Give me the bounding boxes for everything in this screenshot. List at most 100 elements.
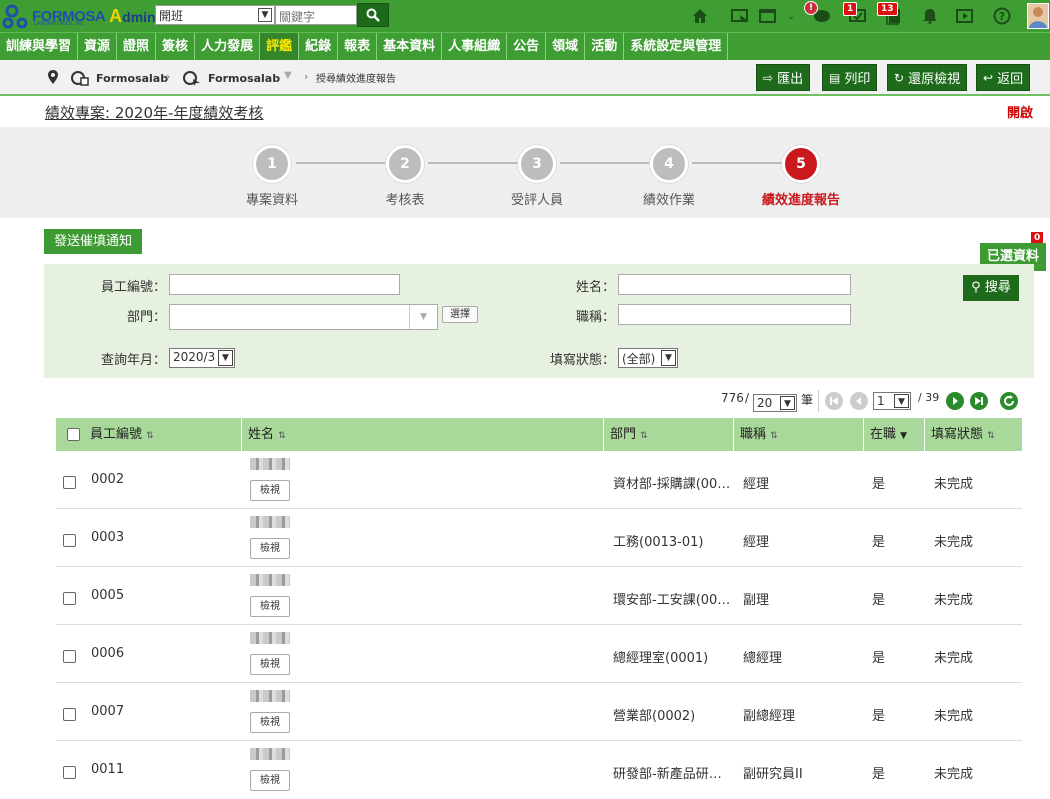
view-button[interactable]: 檢視 [250, 712, 290, 733]
month-select[interactable]: 2020/3 ▼ [169, 348, 235, 368]
menu-item-domains[interactable]: 領域 [546, 32, 586, 61]
emp-no-cell: 0003 [91, 530, 125, 545]
step-evaluatees[interactable]: 3 受評人員 [487, 145, 587, 208]
logo-mark-icon [2, 3, 30, 29]
total-count: 776 [721, 391, 744, 405]
help-icon[interactable]: ? [992, 6, 1012, 26]
home-icon[interactable] [690, 6, 710, 26]
prev-page-icon[interactable] [850, 392, 868, 410]
page-size-select[interactable]: 20 ▼ [753, 394, 797, 412]
menu-item-organization[interactable]: 人事組織 [442, 32, 508, 61]
select-all-checkbox[interactable] [67, 428, 80, 441]
menu-item-announcements[interactable]: 公告 [507, 32, 547, 61]
row-checkbox[interactable] [63, 766, 76, 779]
menu-item-resources[interactable]: 資源 [78, 32, 118, 61]
row-checkbox[interactable] [63, 708, 76, 721]
breadcrumb-current: 授尋績效進度報告 [316, 74, 396, 85]
unit-select[interactable]: 開班 ▼ [155, 5, 275, 25]
search-button[interactable]: ⚲ 搜尋 [963, 275, 1019, 301]
back-button[interactable]: ↩ 返回 [976, 64, 1031, 91]
breadcrumb-item-1[interactable]: Formosalab [70, 70, 168, 86]
chevron-down-icon: ▼ [218, 350, 233, 366]
window-menu-icon[interactable] [758, 6, 778, 26]
export-button[interactable]: ⇨ 匯出 [756, 64, 811, 91]
view-button[interactable]: 檢視 [250, 654, 290, 675]
dept-cell: 資材部-採購課(00… [613, 477, 731, 492]
step-assessment-form[interactable]: 2 考核表 [355, 145, 455, 208]
total-pages: / 39 [918, 391, 940, 404]
breadcrumb-item-2[interactable]: Formosalab [182, 70, 280, 86]
logo-admin: Admin [109, 5, 156, 26]
reset-view-button[interactable]: ↻ 還原檢視 [887, 64, 968, 91]
page-select[interactable]: 1 ▼ [873, 392, 911, 410]
first-page-icon[interactable] [825, 392, 843, 410]
chevron-right-icon: › [304, 70, 309, 83]
column-header-emp-no[interactable]: 員工編號 ⇅ [82, 418, 242, 451]
print-button[interactable]: ▤ 列印 [822, 64, 878, 91]
next-page-icon[interactable] [946, 392, 964, 410]
emp-no-input[interactable] [169, 274, 400, 295]
avatar[interactable] [1027, 3, 1049, 29]
menu-item-certificates[interactable]: 證照 [117, 32, 157, 61]
menu-item-evaluation[interactable]: 評鑑 [260, 32, 300, 61]
employed-cell: 是 [872, 767, 886, 782]
column-header-job-title[interactable]: 職稱 ⇅ [734, 418, 864, 451]
row-checkbox[interactable] [63, 534, 76, 547]
column-header-dept[interactable]: 部門 ⇅ [604, 418, 734, 451]
fill-status-select[interactable]: (全部) ▼ [618, 348, 678, 368]
employed-cell: 是 [872, 709, 886, 724]
sort-icon: ⇅ [640, 431, 648, 441]
chevron-down-icon: ▼ [894, 394, 909, 408]
org-icon [71, 71, 89, 86]
monitor-cursor-icon[interactable] [730, 6, 750, 26]
fill-status-cell: 未完成 [934, 593, 974, 608]
name-label: 姓名： [575, 280, 615, 295]
menu-item-training[interactable]: 訓練與學習 [0, 32, 79, 61]
table-row: 0005 檢視 環安部-工安課(00… 副理 是 未完成 [56, 567, 1022, 625]
job-title-input[interactable] [618, 304, 851, 325]
redacted-name [250, 574, 290, 586]
column-header-fill-status[interactable]: 填寫狀態 ⇅ [925, 418, 1022, 451]
menu-item-activities[interactable]: 活動 [585, 32, 625, 61]
step-project-info[interactable]: 1 專案資料 [222, 145, 322, 208]
job-title-cell: 經理 [743, 477, 770, 492]
back-arrow-icon: ↩ [983, 70, 994, 85]
fill-status-cell: 未完成 [934, 651, 974, 666]
dept-select[interactable]: ▼ [169, 304, 438, 330]
caret-down-icon[interactable]: ▼ [284, 70, 292, 81]
column-header-name[interactable]: 姓名 ⇅ [242, 418, 604, 451]
menu-item-records[interactable]: 紀錄 [299, 32, 339, 61]
view-button[interactable]: 檢視 [250, 770, 290, 791]
page-title[interactable]: 績效專案: 2020年-年度績效考核 [45, 102, 263, 123]
chevron-down-icon[interactable]: ⌄ [781, 6, 801, 26]
view-button[interactable]: 檢視 [250, 596, 290, 617]
pager-slash: / [745, 391, 750, 405]
view-button[interactable]: 檢視 [250, 538, 290, 559]
bell-icon[interactable] [920, 6, 940, 26]
export-icon: ⇨ [763, 70, 774, 85]
view-button[interactable]: 檢視 [250, 480, 290, 501]
chevron-down-icon: ▼ [409, 305, 437, 329]
open-link[interactable]: 開啟 [1007, 102, 1033, 121]
menu-item-hr-development[interactable]: 人力發展 [195, 32, 261, 61]
send-reminder-button[interactable]: 發送催填通知 [44, 229, 143, 254]
name-input[interactable] [618, 274, 851, 295]
keyword-search-input[interactable]: 關鍵字 [275, 5, 357, 25]
menu-item-basic-data[interactable]: 基本資料 [377, 32, 443, 61]
menu-item-system-settings[interactable]: 系統設定與管理 [624, 32, 729, 61]
media-window-icon[interactable] [955, 6, 975, 26]
row-checkbox[interactable] [63, 476, 76, 489]
row-checkbox[interactable] [63, 650, 76, 663]
formosa-logo[interactable]: FORMOSA LABORATORIES, INC. Admin [2, 3, 156, 29]
menu-item-approval[interactable]: 簽核 [156, 32, 196, 61]
keyword-search-button[interactable] [357, 3, 389, 27]
refresh-icon[interactable] [1000, 392, 1018, 410]
redacted-name [250, 748, 290, 760]
step-progress-report[interactable]: 5 績效進度報告 [751, 145, 851, 208]
step-performance-operation[interactable]: 4 績效作業 [619, 145, 719, 208]
row-checkbox[interactable] [63, 592, 76, 605]
column-header-employed[interactable]: 在職 ▼ [864, 418, 925, 451]
menu-item-reports[interactable]: 報表 [338, 32, 378, 61]
dept-choose-button[interactable]: 選擇 [442, 306, 478, 323]
last-page-icon[interactable] [970, 392, 988, 410]
